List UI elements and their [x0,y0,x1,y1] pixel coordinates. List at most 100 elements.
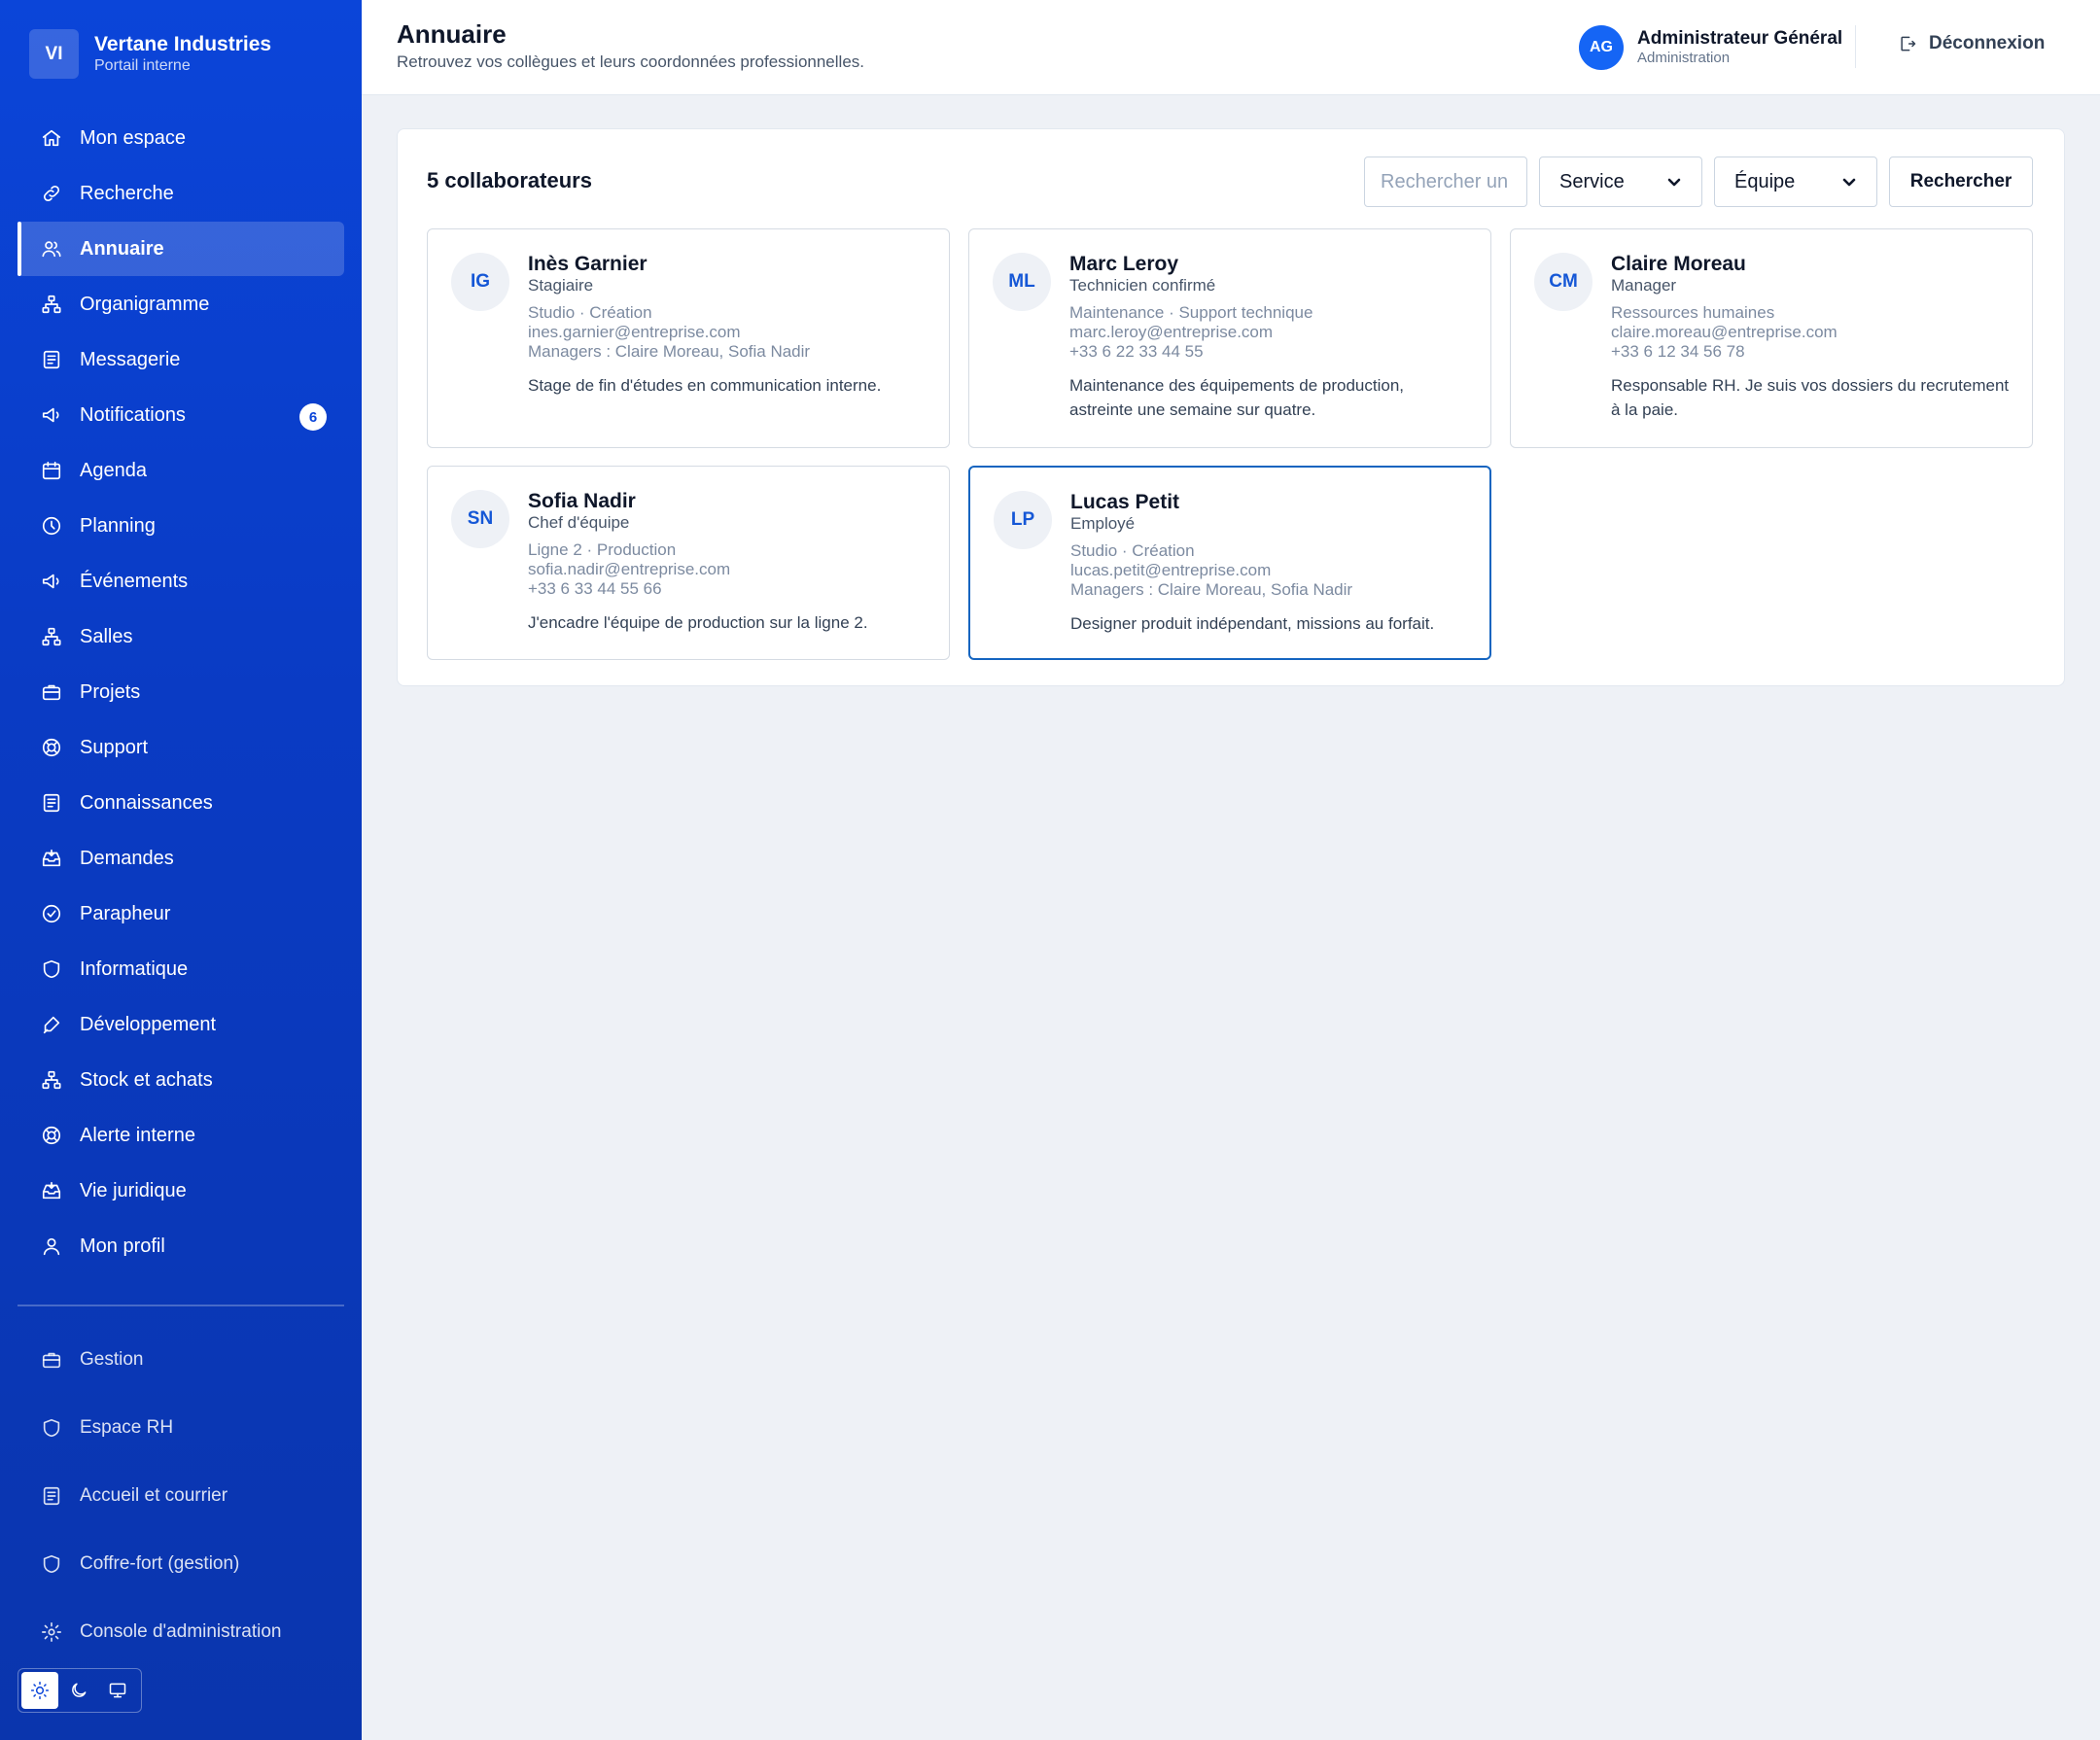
inbox-icon [41,1180,62,1201]
person-description: J'encadre l'équipe de production sur la … [528,613,868,632]
light-theme-button[interactable] [21,1672,58,1709]
sidebar-item-demandes[interactable]: Demandes [18,831,344,886]
person-detail: Managers : Claire Moreau, Sofia Nadir [528,342,811,361]
sun-icon [30,1681,50,1700]
sidebar-item-espace-rh[interactable]: Espace RH [18,1394,344,1462]
home-icon [41,127,62,149]
user-name: Administrateur Général [1637,28,1843,49]
sidebar-item-planning[interactable]: Planning [18,499,344,553]
sidebar-item-label: Informatique [80,957,189,980]
person-detail: +33 6 12 34 56 78 [1611,342,1745,361]
system-theme-button[interactable] [99,1672,136,1709]
sidebar-item-label: Gestion [80,1349,144,1370]
sidebar-item-mon-profil[interactable]: Mon profil [18,1219,344,1273]
sidebar-item-organigramme[interactable]: Organigramme [18,277,344,331]
sidebar-item-label: Parapheur [80,902,171,924]
sidebar-item-informatique[interactable]: Informatique [18,942,344,996]
person-card[interactable]: SN Sofia Nadir Chef d'équipe Ligne 2 · Prod… [427,466,950,660]
sidebar-item-vie-juridique[interactable]: Vie juridique [18,1164,344,1218]
sidebar-item-label: Agenda [80,459,147,481]
sidebar-item-label: Organigramme [80,293,210,315]
team-select[interactable]: Équipe [1714,157,1877,207]
chevron-down-icon [1667,178,1681,187]
sidebar-item-parapheur[interactable]: Parapheur [18,887,344,941]
avatar: CM [1534,253,1592,311]
sidebar-item-notifications[interactable]: Notifications 6 [18,388,344,442]
person-name: Lucas Petit [1070,491,1180,513]
megaphone-icon [41,571,62,592]
sidebar-item-evenements[interactable]: Événements [18,554,344,609]
brand-name: Vertane Industries [94,32,272,55]
sidebar-item-label: Connaissances [80,791,213,814]
sidebar-item-salles[interactable]: Salles [18,609,344,664]
sidebar-item-stock-et-achats[interactable]: Stock et achats [18,1053,344,1107]
clock-icon [41,515,62,537]
person-card[interactable]: LP Lucas Petit Employé Studio · Création luc… [968,466,1491,660]
sidebar-item-label: Alerte interne [80,1124,195,1146]
sidebar-item-connaissances[interactable]: Connaissances [18,776,344,830]
service-select[interactable]: Service [1539,157,1702,207]
sidebar: VI Vertane Industries Portail interne Mo… [0,0,362,1740]
sidebar-item-label: Projets [80,680,141,703]
collaborator-count: 5 collaborateurs [427,168,592,192]
sidebar-divider [18,1305,344,1306]
sidebar-item-mon-espace[interactable]: Mon espace [18,111,344,165]
logout-label: Déconnexion [1929,33,2046,53]
person-detail: sofia.nadir@entreprise.com [528,560,731,578]
person-detail: +33 6 33 44 55 66 [528,579,662,598]
person-description: Responsable RH. Je suis vos dossiers du … [1611,376,2010,419]
sidebar-item-annuaire[interactable]: Annuaire [18,222,344,276]
sidebar-item-recherche[interactable]: Recherche [18,166,344,221]
person-description: Maintenance des équipements de productio… [1069,376,1405,419]
monitor-icon [109,1683,126,1698]
person-card[interactable]: ML Marc Leroy Technicien confirmé Maintenan… [968,228,1491,448]
search-button[interactable]: Rechercher [1889,157,2033,207]
sidebar-item-coffre-fort-gestion[interactable]: Coffre-fort (gestion) [18,1530,344,1598]
user-role: Administration [1637,50,1731,66]
person-role: Stagiaire [528,276,594,295]
sidebar-item-agenda[interactable]: Agenda [18,443,344,498]
org-chart-icon [41,1069,62,1091]
person-card[interactable]: IG Inès Garnier Stagiaire Studio · Création… [427,228,950,448]
avatar: ML [993,253,1051,311]
sidebar-item-label: Coffre-fort (gestion) [80,1553,240,1574]
sidebar-item-console-d-administration[interactable]: Console d'administration [18,1598,344,1666]
org-chart-icon [41,294,62,315]
person-description: Stage de fin d'études en communication i… [528,376,882,395]
sidebar-item-developpement[interactable]: Développement [18,997,344,1052]
avatar: LP [994,491,1052,549]
gear-icon [41,1621,62,1643]
dark-theme-button[interactable] [60,1672,97,1709]
shield-icon [41,1553,62,1575]
brand[interactable]: VI Vertane Industries Portail interne [29,29,271,79]
person-name: Inès Garnier [528,253,648,275]
person-detail: lucas.petit@entreprise.com [1070,561,1272,579]
person-card[interactable]: CM Claire Moreau Manager Ressources humaine… [1510,228,2033,448]
sidebar-item-alerte-interne[interactable]: Alerte interne [18,1108,344,1163]
moon-icon [72,1683,87,1697]
theme-switcher [18,1668,142,1713]
sidebar-item-label: Vie juridique [80,1179,187,1201]
inbox-icon [41,848,62,869]
search-input[interactable] [1364,157,1527,207]
service-select-value: Service [1559,170,1625,192]
person-info: Claire Moreau Manager Ressources humaines c… [1611,253,2012,422]
person-detail: ines.garnier@entreprise.com [528,323,741,341]
sidebar-item-accueil-et-courrier[interactable]: Accueil et courrier [18,1462,344,1530]
sidebar-item-messagerie[interactable]: Messagerie [18,332,344,387]
sidebar-item-label: Planning [80,514,156,537]
link-icon [41,183,62,204]
person-info: Marc Leroy Technicien confirmé Maintenance… [1069,253,1471,422]
header-divider [1855,25,1856,68]
sidebar-item-support[interactable]: Support [18,720,344,775]
logout-icon [1901,36,1916,52]
chevron-down-icon [1842,178,1856,187]
notification-count-badge: 6 [299,403,327,431]
user-profile[interactable]: AG Administrateur Général Administration [1579,25,1842,70]
person-detail: Studio · Création [528,303,652,322]
sidebar-item-projets[interactable]: Projets [18,665,344,719]
page-subtitle: Retrouvez vos collègues et leurs coordon… [397,52,864,71]
sidebar-item-gestion[interactable]: Gestion [18,1326,344,1394]
avatar: SN [451,490,509,548]
logout-button[interactable]: Déconnexion [1898,33,2045,54]
